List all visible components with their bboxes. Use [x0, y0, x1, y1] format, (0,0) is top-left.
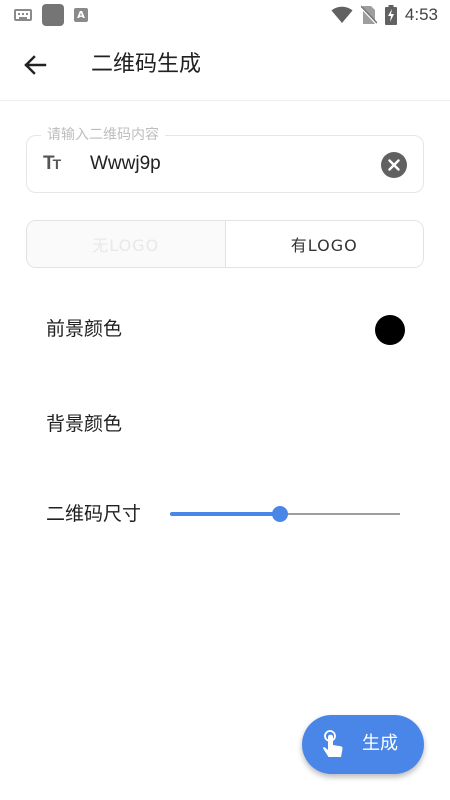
text-format-icon: TT — [43, 153, 61, 174]
qr-content-field[interactable]: 请输入二维码内容 TT Wwwj9p — [26, 125, 424, 193]
keyboard-icon — [14, 9, 32, 21]
with-logo-option[interactable]: 有LOGO — [224, 221, 423, 267]
status-bar: A 4:53 — [0, 0, 450, 30]
close-icon — [388, 159, 400, 171]
foreground-color-swatch[interactable] — [375, 315, 405, 345]
qr-size-slider[interactable] — [170, 505, 400, 523]
qr-size-label: 二维码尺寸 — [46, 503, 142, 525]
background-color-label: 背景颜色 — [46, 413, 123, 435]
generate-label: 生成 — [362, 733, 398, 754]
qr-content-label: 请输入二维码内容 — [41, 125, 165, 145]
no-logo-option[interactable]: 无LOGO — [27, 221, 225, 267]
font-notification-icon: A — [74, 8, 88, 22]
status-time: 4:53 — [404, 5, 438, 24]
battery-charging-icon — [384, 5, 397, 25]
clear-input-button[interactable] — [381, 152, 407, 178]
logo-toggle: 无LOGO 有LOGO — [26, 220, 424, 268]
back-button[interactable] — [18, 50, 52, 80]
slider-fill — [170, 512, 281, 516]
app-bar: 二维码生成 — [0, 30, 450, 101]
touch-icon — [323, 730, 343, 757]
qr-content-input[interactable]: Wwwj9p — [90, 150, 161, 178]
foreground-color-label: 前景颜色 — [46, 318, 123, 340]
slider-thumb[interactable] — [272, 506, 289, 522]
arrow-back-icon — [24, 55, 47, 75]
wifi-icon — [331, 6, 353, 23]
app-notification-icon — [42, 4, 64, 26]
page-title: 二维码生成 — [91, 52, 202, 77]
no-sim-icon — [360, 5, 377, 25]
generate-button[interactable]: 生成 — [302, 715, 424, 774]
